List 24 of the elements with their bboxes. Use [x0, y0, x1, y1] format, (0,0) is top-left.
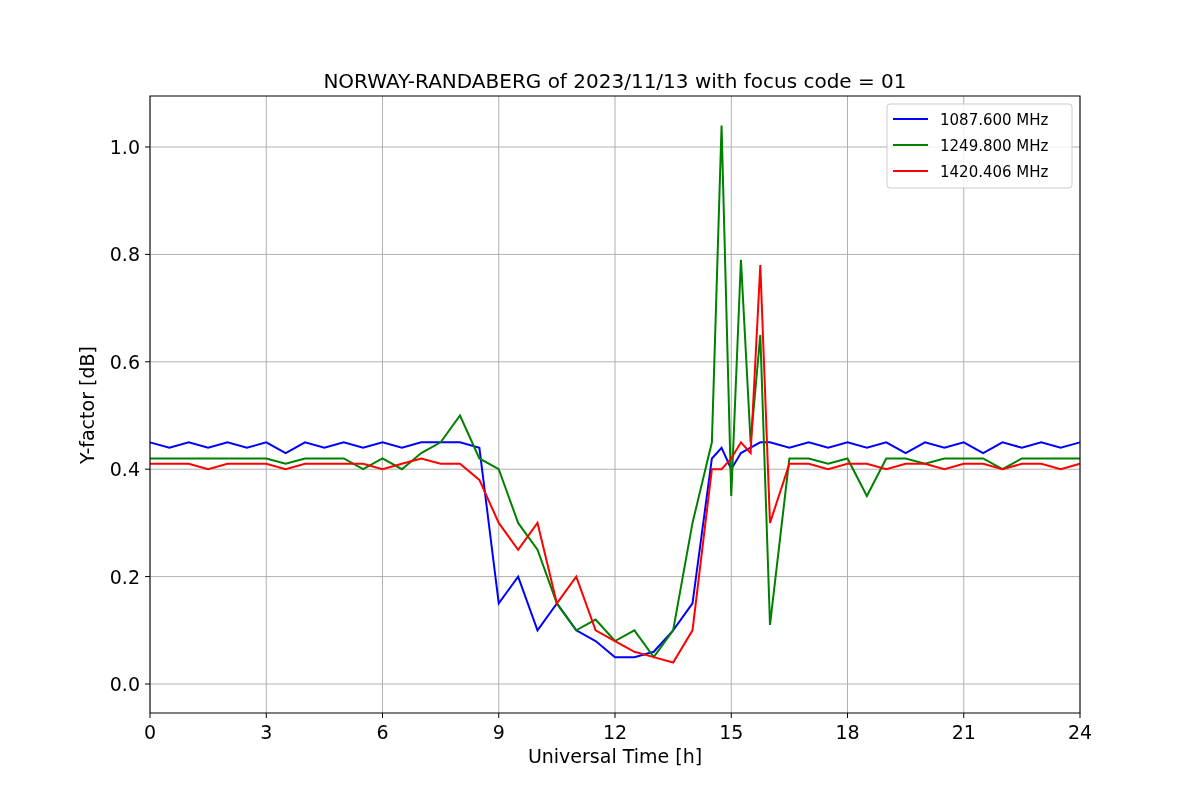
- chart-title: NORWAY-RANDABERG of 2023/11/13 with focus code = 01: [323, 69, 907, 93]
- x-tick-label: 15: [719, 721, 744, 743]
- x-tick-label: 24: [1067, 721, 1093, 743]
- x-tick-label: 0: [143, 721, 157, 743]
- x-tick-label: 9: [492, 721, 505, 743]
- x-tick-label: 18: [835, 721, 860, 743]
- y-tick-label: 0.4: [109, 458, 140, 481]
- x-tick-label: 3: [260, 721, 273, 743]
- y-tick-label: 0.6: [109, 350, 140, 373]
- y-tick-label: 0.0: [109, 673, 140, 695]
- x-tick-label: 6: [376, 721, 389, 743]
- legend-line: [892, 144, 929, 146]
- y-tick-label: 0.2: [109, 565, 140, 588]
- x-tick-label: 21: [951, 721, 976, 743]
- y-axis-label: Y-factor [dB]: [76, 346, 98, 464]
- x-tick-label: 12: [602, 721, 628, 743]
- legend-line: [892, 118, 929, 120]
- legend-label: 1249.800 MHz: [940, 137, 1049, 155]
- legend-label: 1087.600 MHz: [940, 111, 1049, 129]
- x-axis-label: Universal Time [h]: [527, 745, 703, 767]
- legend-line: [892, 170, 929, 172]
- legend-label: 1420.406 MHz: [940, 163, 1049, 181]
- y-tick-label: 0.8: [109, 243, 140, 266]
- y-tick-label: 1.0: [109, 136, 140, 158]
